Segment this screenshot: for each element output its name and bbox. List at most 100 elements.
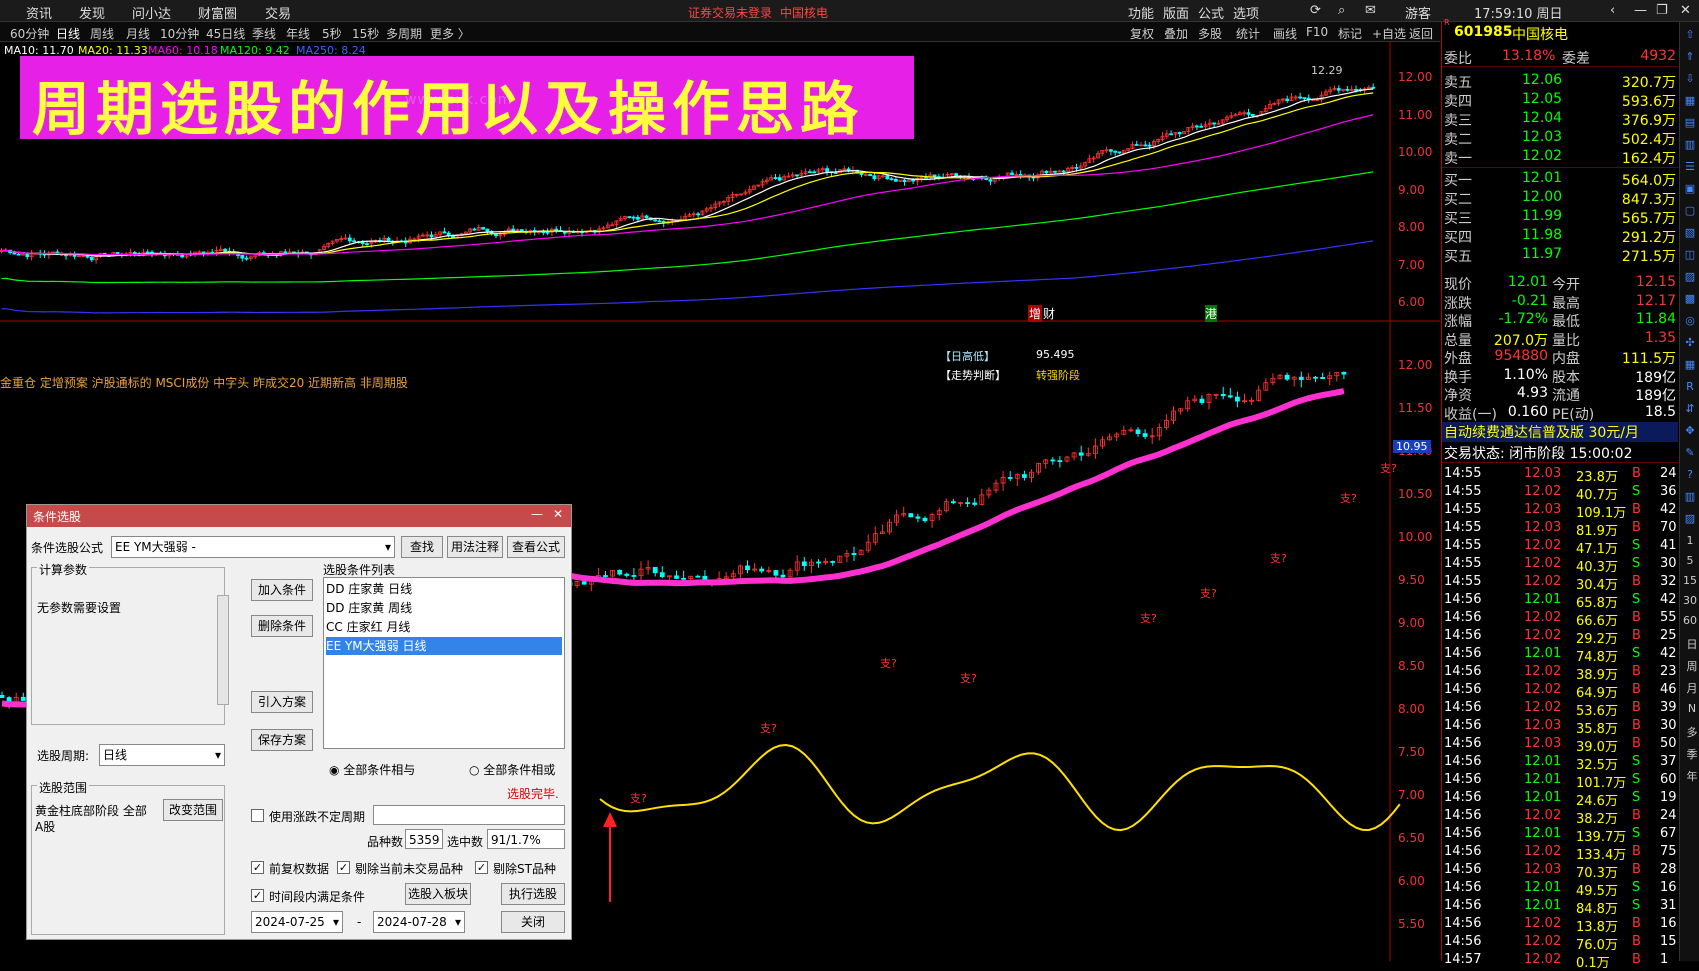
period-switch-icon[interactable]: 周 bbox=[1684, 658, 1699, 674]
formula-select[interactable]: EE YM大强弱 - ▾ bbox=[111, 536, 395, 558]
period-10min[interactable]: 10分钟 bbox=[160, 25, 199, 42]
condition-item[interactable]: DD 庄家黄 周线 bbox=[326, 599, 562, 617]
grid-icon[interactable]: ▦ bbox=[1682, 94, 1698, 110]
date-to[interactable]: 2024-07-28 ▾ bbox=[373, 911, 465, 933]
orderbook-row[interactable]: 买四 11.98 291.2万 bbox=[1442, 227, 1678, 246]
radio-and[interactable]: ◉ 全部条件相与 bbox=[329, 761, 415, 778]
network-icon[interactable]: ◎ bbox=[1682, 314, 1698, 330]
num-1-icon[interactable]: 1 bbox=[1682, 534, 1698, 550]
import-scheme-button[interactable]: 引入方案 bbox=[251, 691, 313, 713]
close-button[interactable]: 关闭 bbox=[501, 911, 565, 933]
use-limit-checkbox[interactable] bbox=[251, 809, 264, 822]
num-60-icon[interactable]: 60 bbox=[1682, 614, 1698, 630]
promo-bar[interactable]: 自动续费通达信普及版 30元/月 bbox=[1442, 422, 1678, 442]
radio-or[interactable]: ○ 全部条件相或 bbox=[469, 761, 555, 778]
restore-icon[interactable]: ❐ bbox=[1656, 3, 1668, 18]
pen-icon[interactable]: ✎ bbox=[1682, 446, 1698, 462]
refresh-icon[interactable]: ⟳ bbox=[1310, 3, 1321, 18]
delete-condition-button[interactable]: 删除条件 bbox=[251, 615, 313, 637]
orderbook-row[interactable]: 卖一 12.02 162.4万 bbox=[1442, 148, 1678, 167]
condition-item[interactable]: CC 庄家红 月线 bbox=[326, 618, 562, 636]
fq-checkbox[interactable]: ✓ bbox=[251, 861, 264, 874]
condition-list[interactable]: DD 庄家黄 日线 DD 庄家黄 周线 CC 庄家红 月线 EE YM大强弱 日… bbox=[323, 577, 565, 749]
minimize-icon[interactable]: — bbox=[1634, 3, 1647, 18]
orderbook-row[interactable]: 买二 12.00 847.3万 bbox=[1442, 189, 1678, 208]
period-switch-icon[interactable]: N bbox=[1684, 702, 1699, 718]
orderbook-row[interactable]: 卖三 12.04 376.9万 bbox=[1442, 110, 1678, 129]
stats-icon[interactable]: ▦ bbox=[1682, 358, 1698, 374]
orderbook-row[interactable]: 卖四 12.05 593.6万 bbox=[1442, 91, 1678, 110]
params-scrollbar[interactable] bbox=[217, 595, 229, 705]
tools-icon[interactable]: ✣ bbox=[1682, 336, 1698, 352]
menu-banmian[interactable]: 版面 bbox=[1163, 3, 1189, 22]
up-icon[interactable]: ⇑ bbox=[1682, 50, 1698, 66]
period-week[interactable]: 周线 bbox=[90, 25, 114, 42]
tool-tongji[interactable]: 统计 bbox=[1236, 25, 1260, 42]
period-switch-icon[interactable]: 日 bbox=[1684, 636, 1699, 652]
help-icon[interactable]: ? bbox=[1682, 468, 1698, 484]
table-icon[interactable]: ▤ bbox=[1682, 116, 1698, 132]
period-multi[interactable]: 多周期 bbox=[386, 25, 422, 42]
menu-gongshi[interactable]: 公式 bbox=[1198, 3, 1224, 22]
box-icon[interactable]: ◫ bbox=[1682, 248, 1698, 264]
change-range-button[interactable]: 改变范围 bbox=[163, 799, 223, 821]
down-icon[interactable]: ⇩ bbox=[1682, 72, 1698, 88]
num-5-icon[interactable]: 5 bbox=[1682, 554, 1698, 570]
st-checkbox[interactable]: ✓ bbox=[475, 861, 488, 874]
num-30-icon[interactable]: 30 bbox=[1682, 594, 1698, 610]
login-status[interactable]: 证券交易未登录 bbox=[688, 4, 772, 21]
date-from[interactable]: 2024-07-25 ▾ bbox=[251, 911, 343, 933]
period-5s[interactable]: 5秒 bbox=[322, 25, 342, 42]
period-45day[interactable]: 45日线 bbox=[206, 25, 245, 42]
condition-item[interactable]: DD 庄家黄 日线 bbox=[326, 580, 562, 598]
period-switch-icon[interactable]: 年 bbox=[1684, 768, 1699, 784]
add-condition-button[interactable]: 加入条件 bbox=[251, 579, 313, 601]
limit-input[interactable] bbox=[373, 805, 565, 825]
sort-icon[interactable]: ⇵ bbox=[1682, 402, 1698, 418]
tool-zixuan[interactable]: +自选 bbox=[1372, 25, 1406, 42]
list-icon[interactable]: ☰ bbox=[1682, 160, 1698, 176]
tool-biaoji[interactable]: 标记 bbox=[1338, 25, 1362, 42]
period-select[interactable]: 日线 ▾ bbox=[99, 744, 225, 766]
to-block-button[interactable]: 选股入板块 bbox=[405, 883, 471, 905]
menu-wenxiaoda[interactable]: 问小达 bbox=[132, 3, 171, 22]
menu-faxian[interactable]: 发现 bbox=[79, 3, 105, 22]
period-more[interactable]: 更多 〉 bbox=[430, 25, 470, 42]
tool-f10[interactable]: F10 bbox=[1306, 25, 1328, 39]
user-label[interactable]: 游客 bbox=[1405, 3, 1431, 22]
period-year[interactable]: 年线 bbox=[286, 25, 310, 42]
period-switch-icon[interactable]: 季 bbox=[1684, 746, 1699, 762]
orderbook-row[interactable]: 买三 11.99 565.7万 bbox=[1442, 208, 1678, 227]
f5-icon[interactable]: ▥ bbox=[1682, 490, 1698, 506]
tool-huaxian[interactable]: 画线 bbox=[1273, 25, 1297, 42]
chart-icon[interactable]: ▧ bbox=[1682, 226, 1698, 242]
panel-icon[interactable]: ▢ bbox=[1682, 204, 1698, 220]
image-icon[interactable]: ▨ bbox=[1682, 512, 1698, 528]
orderbook-row[interactable]: 买五 11.97 271.5万 bbox=[1442, 246, 1678, 265]
tool-duogu[interactable]: 多股 bbox=[1198, 25, 1222, 42]
f2-icon[interactable]: ▨ bbox=[1682, 270, 1698, 286]
num-15-icon[interactable]: 15 bbox=[1682, 574, 1698, 590]
period-60min[interactable]: 60分钟 bbox=[10, 25, 49, 42]
tool-fanhui[interactable]: 返回 bbox=[1409, 25, 1433, 42]
menu-caifuquan[interactable]: 财富圈 bbox=[198, 3, 237, 22]
orderbook-row[interactable]: 卖五 12.06 320.7万 bbox=[1442, 72, 1678, 91]
tool-diejia[interactable]: 叠加 bbox=[1164, 25, 1188, 42]
period-switch-icon[interactable]: 月 bbox=[1684, 680, 1699, 696]
dialog-minimize-icon[interactable]: — bbox=[531, 507, 543, 521]
menu-zixun[interactable]: 资讯 bbox=[26, 3, 52, 22]
menu-xuanxiang[interactable]: 选项 bbox=[1233, 3, 1259, 22]
period-switch-icon[interactable]: 多 bbox=[1684, 724, 1699, 740]
orderbook-row[interactable]: 卖二 12.03 502.4万 bbox=[1442, 129, 1678, 148]
dialog-title-bar[interactable]: 条件选股 — ✕ bbox=[27, 505, 571, 527]
menu-gongneng[interactable]: 功能 bbox=[1128, 3, 1154, 22]
time-checkbox[interactable]: ✓ bbox=[251, 889, 264, 902]
back-icon[interactable]: ‹ bbox=[1610, 3, 1615, 18]
menu-jiaoyi[interactable]: 交易 bbox=[265, 3, 291, 22]
save-scheme-button[interactable]: 保存方案 bbox=[251, 729, 313, 751]
period-season[interactable]: 季线 bbox=[252, 25, 276, 42]
orderbook-row[interactable]: 买一 12.01 564.0万 bbox=[1442, 170, 1678, 189]
usage-button[interactable]: 用法注释 bbox=[447, 536, 503, 558]
rsi-icon[interactable]: R bbox=[1682, 380, 1698, 396]
period-day[interactable]: 日线 bbox=[56, 25, 80, 42]
